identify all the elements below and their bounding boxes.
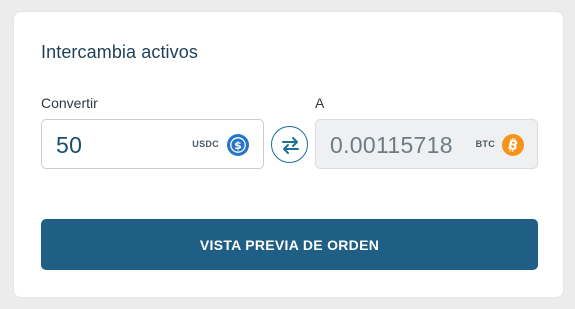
bitcoin-coin-icon: B — [502, 134, 524, 156]
from-amount-field[interactable]: 50 USDC $ — [41, 119, 264, 169]
swap-card: Intercambia activos Convertir A 50 USDC … — [14, 12, 563, 297]
svg-text:$: $ — [234, 139, 242, 152]
to-amount-field: 0.00115718 BTC B — [315, 119, 538, 169]
preview-order-button[interactable]: VISTA PREVIA DE ORDEN — [41, 219, 538, 270]
swap-button[interactable] — [271, 126, 308, 163]
to-label: A — [315, 95, 325, 111]
card-title: Intercambia activos — [41, 42, 198, 62]
to-amount-value: 0.00115718 — [330, 132, 453, 158]
to-ticker: BTC — [475, 139, 495, 149]
usdc-coin-icon: $ — [227, 134, 249, 156]
from-amount-value[interactable]: 50 — [56, 132, 82, 159]
swap-arrows-icon — [282, 137, 299, 154]
from-ticker: USDC — [192, 139, 219, 149]
from-label: Convertir — [41, 95, 98, 111]
